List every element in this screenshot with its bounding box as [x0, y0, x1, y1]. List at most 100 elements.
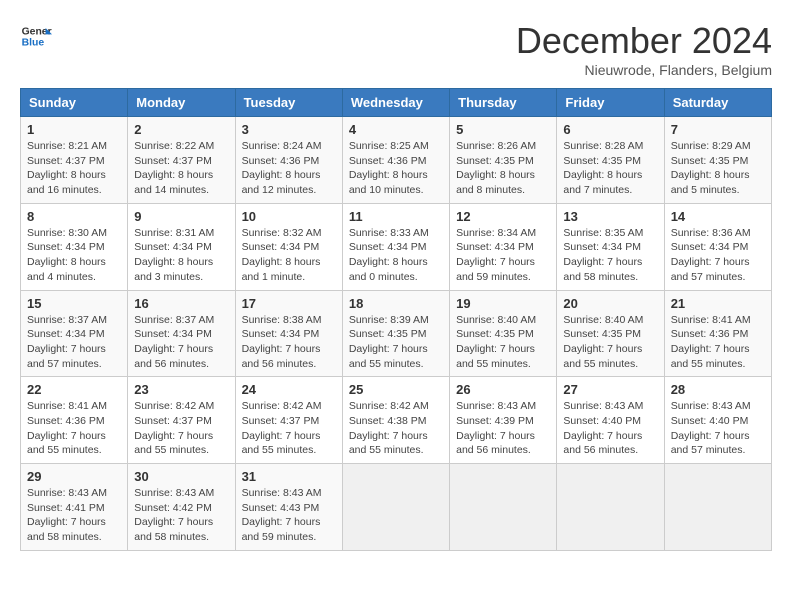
calendar-cell: 5 Sunrise: 8:26 AMSunset: 4:35 PMDaylight… — [450, 117, 557, 204]
calendar-cell: 21 Sunrise: 8:41 AMSunset: 4:36 PMDayligh… — [664, 290, 771, 377]
calendar-cell: 29 Sunrise: 8:43 AMSunset: 4:41 PMDayligh… — [21, 464, 128, 551]
day-number: 3 — [242, 122, 336, 137]
calendar-cell: 4 Sunrise: 8:25 AMSunset: 4:36 PMDaylight… — [342, 117, 449, 204]
calendar-cell: 8 Sunrise: 8:30 AMSunset: 4:34 PMDaylight… — [21, 203, 128, 290]
day-number: 21 — [671, 296, 765, 311]
day-number: 7 — [671, 122, 765, 137]
day-number: 11 — [349, 209, 443, 224]
logo: General Blue — [20, 20, 52, 52]
calendar-cell — [450, 464, 557, 551]
calendar-table: SundayMondayTuesdayWednesdayThursdayFrid… — [20, 88, 772, 551]
calendar-cell: 31 Sunrise: 8:43 AMSunset: 4:43 PMDayligh… — [235, 464, 342, 551]
day-info: Sunrise: 8:41 AMSunset: 4:36 PMDaylight:… — [671, 313, 765, 372]
day-number: 28 — [671, 382, 765, 397]
day-number: 16 — [134, 296, 228, 311]
day-number: 6 — [563, 122, 657, 137]
calendar-cell: 23Sunrise: 8:42 AMSunset: 4:37 PMDayligh… — [128, 377, 235, 464]
calendar-cell: 17 Sunrise: 8:38 AMSunset: 4:34 PMDayligh… — [235, 290, 342, 377]
calendar-cell: 6 Sunrise: 8:28 AMSunset: 4:35 PMDaylight… — [557, 117, 664, 204]
day-info: Sunrise: 8:38 AMSunset: 4:34 PMDaylight:… — [242, 313, 336, 372]
day-of-week-header-monday: Monday — [128, 89, 235, 117]
day-number: 25 — [349, 382, 443, 397]
day-info: Sunrise: 8:22 AMSunset: 4:37 PMDaylight:… — [134, 139, 228, 198]
day-number: 18 — [349, 296, 443, 311]
day-number: 19 — [456, 296, 550, 311]
calendar-cell — [664, 464, 771, 551]
day-info: Sunrise: 8:43 AMSunset: 4:40 PMDaylight:… — [671, 399, 765, 458]
day-number: 15 — [27, 296, 121, 311]
day-info: Sunrise: 8:29 AMSunset: 4:35 PMDaylight:… — [671, 139, 765, 198]
calendar-cell: 2 Sunrise: 8:22 AMSunset: 4:37 PMDaylight… — [128, 117, 235, 204]
day-number: 23 — [134, 382, 228, 397]
logo-icon: General Blue — [20, 20, 52, 52]
calendar-week-row: 15 Sunrise: 8:37 AMSunset: 4:34 PMDayligh… — [21, 290, 772, 377]
calendar-week-row: 22 Sunrise: 8:41 AMSunset: 4:36 PMDayligh… — [21, 377, 772, 464]
day-number: 24 — [242, 382, 336, 397]
day-info: Sunrise: 8:37 AMSunset: 4:34 PMDaylight:… — [134, 313, 228, 372]
day-number: 31 — [242, 469, 336, 484]
calendar-cell: 9 Sunrise: 8:31 AMSunset: 4:34 PMDaylight… — [128, 203, 235, 290]
day-info: Sunrise: 8:32 AMSunset: 4:34 PMDaylight:… — [242, 226, 336, 285]
day-of-week-header-tuesday: Tuesday — [235, 89, 342, 117]
day-number: 20 — [563, 296, 657, 311]
day-info: Sunrise: 8:36 AMSunset: 4:34 PMDaylight:… — [671, 226, 765, 285]
day-info: Sunrise: 8:24 AMSunset: 4:36 PMDaylight:… — [242, 139, 336, 198]
day-info: Sunrise: 8:42 AMSunset: 4:38 PMDaylight:… — [349, 399, 443, 458]
calendar-cell: 24 Sunrise: 8:42 AMSunset: 4:37 PMDayligh… — [235, 377, 342, 464]
day-of-week-header-sunday: Sunday — [21, 89, 128, 117]
day-of-week-header-saturday: Saturday — [664, 89, 771, 117]
day-number: 13 — [563, 209, 657, 224]
day-info: Sunrise: 8:26 AMSunset: 4:35 PMDaylight:… — [456, 139, 550, 198]
day-number: 2 — [134, 122, 228, 137]
calendar-cell: 15 Sunrise: 8:37 AMSunset: 4:34 PMDayligh… — [21, 290, 128, 377]
page-header: General Blue December 2024 Nieuwrode, Fl… — [20, 20, 772, 78]
calendar-cell: 22 Sunrise: 8:41 AMSunset: 4:36 PMDayligh… — [21, 377, 128, 464]
calendar-cell: 27 Sunrise: 8:43 AMSunset: 4:40 PMDayligh… — [557, 377, 664, 464]
day-of-week-header-wednesday: Wednesday — [342, 89, 449, 117]
day-number: 12 — [456, 209, 550, 224]
calendar-cell — [342, 464, 449, 551]
calendar-week-row: 29 Sunrise: 8:43 AMSunset: 4:41 PMDayligh… — [21, 464, 772, 551]
day-info: Sunrise: 8:43 AMSunset: 4:42 PMDaylight:… — [134, 486, 228, 545]
calendar-cell: 10Sunrise: 8:32 AMSunset: 4:34 PMDayligh… — [235, 203, 342, 290]
day-info: Sunrise: 8:43 AMSunset: 4:43 PMDaylight:… — [242, 486, 336, 545]
calendar-cell: 13Sunrise: 8:35 AMSunset: 4:34 PMDayligh… — [557, 203, 664, 290]
day-info: Sunrise: 8:34 AMSunset: 4:34 PMDaylight:… — [456, 226, 550, 285]
day-number: 27 — [563, 382, 657, 397]
day-info: Sunrise: 8:33 AMSunset: 4:34 PMDaylight:… — [349, 226, 443, 285]
day-info: Sunrise: 8:30 AMSunset: 4:34 PMDaylight:… — [27, 226, 121, 285]
day-number: 22 — [27, 382, 121, 397]
calendar-cell — [557, 464, 664, 551]
day-number: 9 — [134, 209, 228, 224]
day-info: Sunrise: 8:41 AMSunset: 4:36 PMDaylight:… — [27, 399, 121, 458]
day-number: 14 — [671, 209, 765, 224]
day-info: Sunrise: 8:43 AMSunset: 4:41 PMDaylight:… — [27, 486, 121, 545]
day-number: 17 — [242, 296, 336, 311]
day-info: Sunrise: 8:28 AMSunset: 4:35 PMDaylight:… — [563, 139, 657, 198]
day-info: Sunrise: 8:43 AMSunset: 4:39 PMDaylight:… — [456, 399, 550, 458]
calendar-cell: 30 Sunrise: 8:43 AMSunset: 4:42 PMDayligh… — [128, 464, 235, 551]
title-block: December 2024 Nieuwrode, Flanders, Belgi… — [516, 20, 772, 78]
day-number: 5 — [456, 122, 550, 137]
calendar-cell: 16 Sunrise: 8:37 AMSunset: 4:34 PMDayligh… — [128, 290, 235, 377]
calendar-header-row: SundayMondayTuesdayWednesdayThursdayFrid… — [21, 89, 772, 117]
day-info: Sunrise: 8:31 AMSunset: 4:34 PMDaylight:… — [134, 226, 228, 285]
day-info: Sunrise: 8:43 AMSunset: 4:40 PMDaylight:… — [563, 399, 657, 458]
day-number: 4 — [349, 122, 443, 137]
day-info: Sunrise: 8:25 AMSunset: 4:36 PMDaylight:… — [349, 139, 443, 198]
calendar-week-row: 8 Sunrise: 8:30 AMSunset: 4:34 PMDaylight… — [21, 203, 772, 290]
calendar-cell: 7 Sunrise: 8:29 AMSunset: 4:35 PMDaylight… — [664, 117, 771, 204]
day-number: 8 — [27, 209, 121, 224]
calendar-cell: 1Sunrise: 8:21 AMSunset: 4:37 PMDaylight… — [21, 117, 128, 204]
day-info: Sunrise: 8:40 AMSunset: 4:35 PMDaylight:… — [456, 313, 550, 372]
calendar-cell: 18Sunrise: 8:39 AMSunset: 4:35 PMDayligh… — [342, 290, 449, 377]
day-of-week-header-friday: Friday — [557, 89, 664, 117]
calendar-cell: 20 Sunrise: 8:40 AMSunset: 4:35 PMDayligh… — [557, 290, 664, 377]
svg-text:Blue: Blue — [22, 38, 45, 49]
day-info: Sunrise: 8:40 AMSunset: 4:35 PMDaylight:… — [563, 313, 657, 372]
day-number: 29 — [27, 469, 121, 484]
calendar-week-row: 1Sunrise: 8:21 AMSunset: 4:37 PMDaylight… — [21, 117, 772, 204]
day-info: Sunrise: 8:42 AMSunset: 4:37 PMDaylight:… — [242, 399, 336, 458]
day-number: 30 — [134, 469, 228, 484]
day-info: Sunrise: 8:37 AMSunset: 4:34 PMDaylight:… — [27, 313, 121, 372]
